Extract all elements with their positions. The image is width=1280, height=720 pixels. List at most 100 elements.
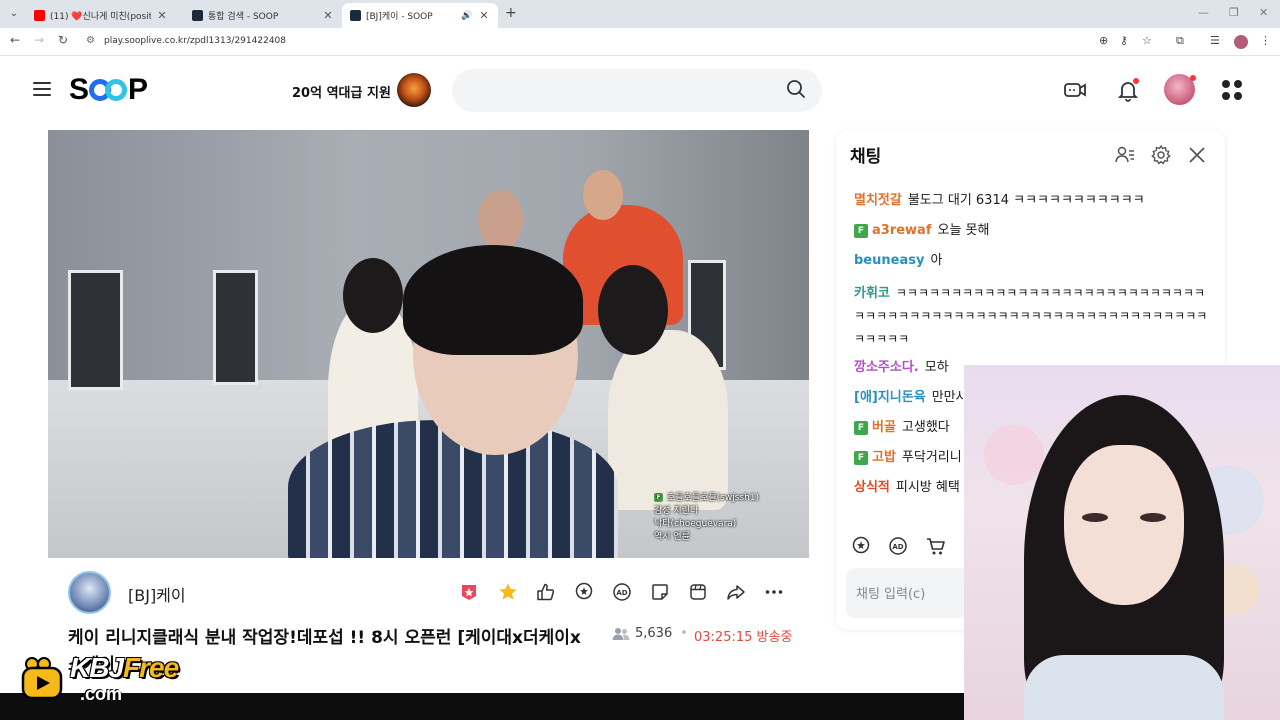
webcam-background	[984, 425, 1044, 485]
soop-logo[interactable]: S P	[69, 73, 148, 107]
speaker-icon[interactable]: 🔊	[461, 11, 473, 21]
chat-nickname[interactable]: a3rewaf	[872, 223, 931, 238]
logo-letter-p: P	[128, 73, 148, 106]
chat-nickname[interactable]: 고밥	[872, 450, 896, 465]
url-text[interactable]: play.sooplive.co.kr/zpdl1313/291422408	[104, 36, 286, 46]
close-window-icon[interactable]: ✕	[1259, 6, 1268, 19]
viewer-count-value: 5,636	[635, 626, 673, 641]
chat-nickname[interactable]: beuneasy	[854, 253, 924, 268]
soop-favicon-icon	[192, 10, 203, 21]
search-input[interactable]	[452, 69, 822, 112]
share-icon[interactable]	[726, 582, 746, 602]
youtube-favicon-icon	[34, 10, 45, 21]
tab-title: (11) ❤️신나게 미친(positive)	[50, 12, 151, 22]
close-tab-icon[interactable]: ✕	[156, 9, 168, 22]
chat-message: 멸치젓갈 불도그 대기 6314 ㅋㅋㅋㅋㅋㅋㅋㅋㅋㅋㅋ	[854, 186, 1214, 216]
fan-badge-icon: F	[854, 451, 868, 465]
chat-message-partial	[854, 176, 1214, 186]
profile-avatar-icon[interactable]	[1234, 35, 1248, 49]
viewers-icon	[612, 627, 630, 640]
tab-bj-kei[interactable]: [BJ]케이 - SOOP 🔊 ✕	[342, 3, 498, 28]
chat-nickname[interactable]: 멸치젓갈	[854, 193, 902, 208]
tab-soop-search[interactable]: 통합 검색 - SOOP ✕	[184, 3, 342, 28]
logo-oo-mark	[89, 79, 128, 101]
chat-nickname[interactable]: [애]지니돈육	[854, 390, 926, 405]
restore-icon[interactable]: ❐	[1229, 6, 1239, 19]
tab-youtube[interactable]: (11) ❤️신나게 미친(positive) ✕	[26, 3, 176, 28]
chat-nickname[interactable]: 버골	[872, 420, 896, 435]
tab-search-chevron-icon[interactable]: ⌄	[6, 6, 22, 22]
key-icon[interactable]: ⚷	[1120, 34, 1128, 47]
chat-close-icon[interactable]	[1186, 144, 1208, 166]
video-frame-person	[343, 258, 403, 333]
balloon-star-icon[interactable]	[574, 582, 594, 602]
broadcast-camera-icon[interactable]	[1063, 78, 1087, 102]
webcam-person-eye	[1140, 513, 1166, 522]
tab-title: [BJ]케이 - SOOP	[366, 12, 433, 22]
favorite-star-icon[interactable]	[498, 582, 518, 602]
chat-text: 피시방 혜택	[895, 480, 960, 495]
site-info-icon[interactable]: ⚙	[86, 35, 95, 46]
shopping-cart-icon[interactable]	[925, 535, 947, 557]
chat-text: 모하	[924, 360, 949, 375]
chat-ad-balloon-icon[interactable]: AD	[887, 535, 909, 557]
chat-text: 푸닥거리니	[901, 450, 962, 465]
chat-message: 카휘코 ㅋㅋㅋㅋㅋㅋㅋㅋㅋㅋㅋㅋㅋㅋㅋㅋㅋㅋㅋㅋㅋㅋㅋㅋㅋㅋㅋㅋㅋㅋㅋㅋㅋㅋㅋㅋㅋ…	[854, 276, 1214, 353]
chat-nickname[interactable]: 상식적	[854, 480, 890, 495]
bookmark-star-icon[interactable]: ☆	[1142, 34, 1152, 47]
bj-avatar[interactable]	[68, 571, 111, 614]
minimize-icon[interactable]: —	[1198, 6, 1209, 19]
chat-input[interactable]: 채팅 입력(c)	[846, 568, 976, 618]
new-tab-plus-icon[interactable]: +	[505, 5, 517, 21]
overlay-text: 감성 지린다	[654, 506, 699, 516]
video-frame-person	[403, 245, 583, 355]
back-arrow-icon[interactable]: ←	[7, 33, 23, 47]
subscribe-badge-icon[interactable]	[459, 582, 479, 602]
viewer-count: 5,636	[612, 626, 672, 641]
reading-list-icon[interactable]: ☰	[1210, 34, 1220, 47]
video-player[interactable]: F 호들호들호들(swjssh1) 감성 지린다 낙타(choeguevara) …	[48, 130, 809, 558]
browser-menu-icon[interactable]: ⋮	[1260, 34, 1271, 47]
clip-film-icon[interactable]	[688, 582, 708, 602]
ad-balloon-icon[interactable]: AD	[612, 582, 632, 602]
apps-grid-icon[interactable]	[1222, 80, 1242, 100]
video-frame-person	[478, 190, 523, 250]
reload-icon[interactable]: ↻	[55, 33, 71, 47]
sticker-icon[interactable]	[650, 582, 670, 602]
watermark-kbj: KBJ	[70, 652, 124, 683]
chat-participants-icon[interactable]	[1114, 144, 1136, 166]
chat-nickname[interactable]: 깡소주소다.	[854, 360, 919, 375]
close-tab-icon[interactable]: ✕	[322, 9, 334, 22]
svg-text:AD: AD	[616, 589, 627, 597]
chat-balloon-icon[interactable]	[850, 535, 872, 557]
watermark-domain: .com	[80, 684, 123, 704]
more-options-icon[interactable]	[764, 582, 784, 602]
chat-settings-gear-icon[interactable]	[1150, 144, 1172, 166]
search-icon[interactable]	[786, 79, 806, 99]
promo-banner-text[interactable]: 20억 역대급 지원	[292, 82, 391, 101]
webcam-person-face	[1064, 445, 1184, 605]
zoom-icon[interactable]: ⊕	[1099, 34, 1108, 47]
video-frame-person	[598, 265, 668, 355]
chat-message: Fa3rewaf 오늘 못해	[854, 216, 1214, 246]
bj-name[interactable]: [BJ]케이	[128, 582, 186, 606]
overlay-text: 역시 연륜	[654, 532, 690, 542]
svg-text:AD: AD	[892, 543, 903, 551]
chat-text: 아	[930, 253, 943, 268]
chat-text: 불도그 대기 6314 ㅋㅋㅋㅋㅋㅋㅋㅋㅋㅋㅋ	[907, 193, 1145, 208]
video-frame-person	[583, 170, 623, 220]
extensions-icon[interactable]: ⧉	[1176, 34, 1184, 48]
chat-text: 만만사	[931, 390, 968, 405]
chat-nickname[interactable]: 카휘코	[854, 286, 890, 301]
fan-badge-icon: F	[654, 493, 663, 502]
video-frame-monitor	[68, 270, 123, 390]
close-tab-icon[interactable]: ✕	[478, 9, 490, 22]
watermark-free: Free	[123, 652, 179, 683]
promo-banner-image[interactable]	[397, 73, 431, 107]
menu-icon[interactable]	[33, 82, 51, 96]
thumbs-up-icon[interactable]	[536, 582, 556, 602]
watermark-title: KBJFree	[70, 652, 179, 684]
webcam-person-body	[1024, 655, 1224, 720]
forward-arrow-icon[interactable]: →	[31, 33, 47, 47]
chat-message: beuneasy 아	[854, 246, 1214, 276]
